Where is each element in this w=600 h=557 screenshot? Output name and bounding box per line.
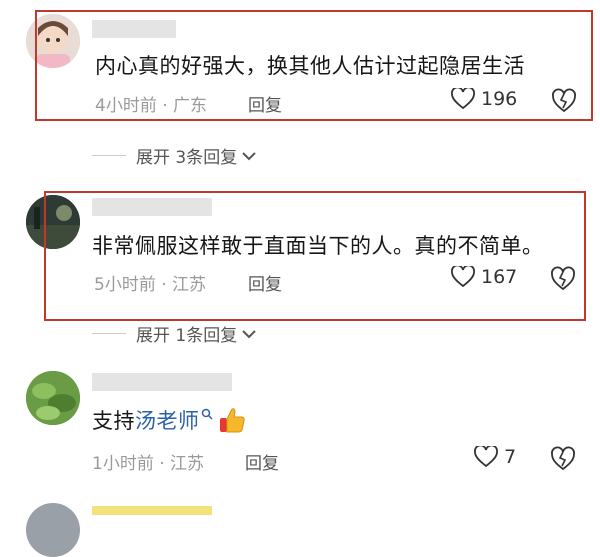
comment-meta: 1小时前 · 江苏 [92,454,205,474]
comment-text: 支持 汤老师 [92,405,247,435]
expand-replies-2[interactable]: 展开 1条回复 [92,321,257,346]
highlight-box-1 [35,10,593,121]
divider-line [92,333,126,334]
chevron-down-icon [242,151,256,160]
avatar[interactable] [26,503,80,557]
heart-icon [474,446,498,468]
expand-label: 展开 3条回复 [136,148,238,168]
divider-line [92,155,126,156]
avatar[interactable] [26,371,80,425]
expand-replies-1[interactable]: 展开 3条回复 [92,143,257,168]
like-button[interactable]: 7 [474,446,516,468]
highlight-box-2 [44,191,586,321]
username-redacted [92,506,212,515]
chevron-down-icon [242,329,256,338]
reply-button[interactable]: 回复 [245,449,279,474]
expand-label: 展开 1条回复 [136,326,238,346]
search-tag-icon[interactable] [201,408,213,422]
comment-text-prefix: 支持 [92,409,135,433]
mention-link[interactable]: 汤老师 [135,405,200,435]
thumbs-up-emoji [219,408,245,433]
like-count: 7 [504,446,517,468]
username-redacted [92,373,232,391]
dislike-heart-icon[interactable] [550,446,576,472]
